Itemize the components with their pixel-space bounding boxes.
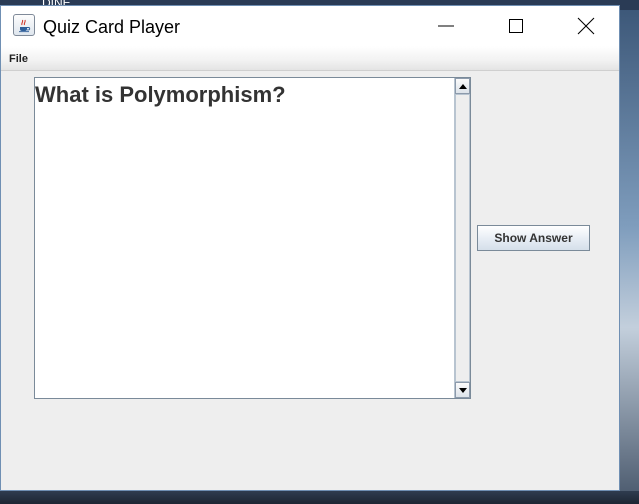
minimize-icon	[438, 25, 454, 27]
window-title: Quiz Card Player	[43, 17, 181, 37]
arrow-up-icon	[458, 83, 467, 89]
scroll-down-button[interactable]	[455, 382, 470, 398]
minimize-button[interactable]	[411, 6, 481, 46]
java-coffee-cup-icon[interactable]	[13, 14, 35, 36]
scroll-up-button[interactable]	[455, 78, 470, 94]
scroll-thumb[interactable]	[455, 94, 470, 382]
menu-file[interactable]: File	[9, 53, 28, 65]
close-button[interactable]	[551, 6, 621, 46]
show-answer-button[interactable]: Show Answer	[477, 225, 590, 251]
maximize-button[interactable]	[481, 6, 551, 46]
taskbar-edge	[0, 491, 639, 504]
title-bar[interactable]: Quiz Card Player	[1, 6, 619, 46]
close-icon	[577, 17, 595, 35]
vertical-scrollbar[interactable]	[454, 78, 470, 398]
arrow-down-icon	[458, 387, 467, 393]
desktop-background	[620, 0, 639, 504]
question-text-area[interactable]: What is Polymorphism?	[34, 77, 471, 399]
maximize-icon	[509, 19, 523, 33]
app-window: Quiz Card Player File What is Polymorphi…	[0, 5, 620, 491]
menu-bar: File	[1, 46, 619, 71]
question-text[interactable]: What is Polymorphism?	[35, 82, 286, 108]
